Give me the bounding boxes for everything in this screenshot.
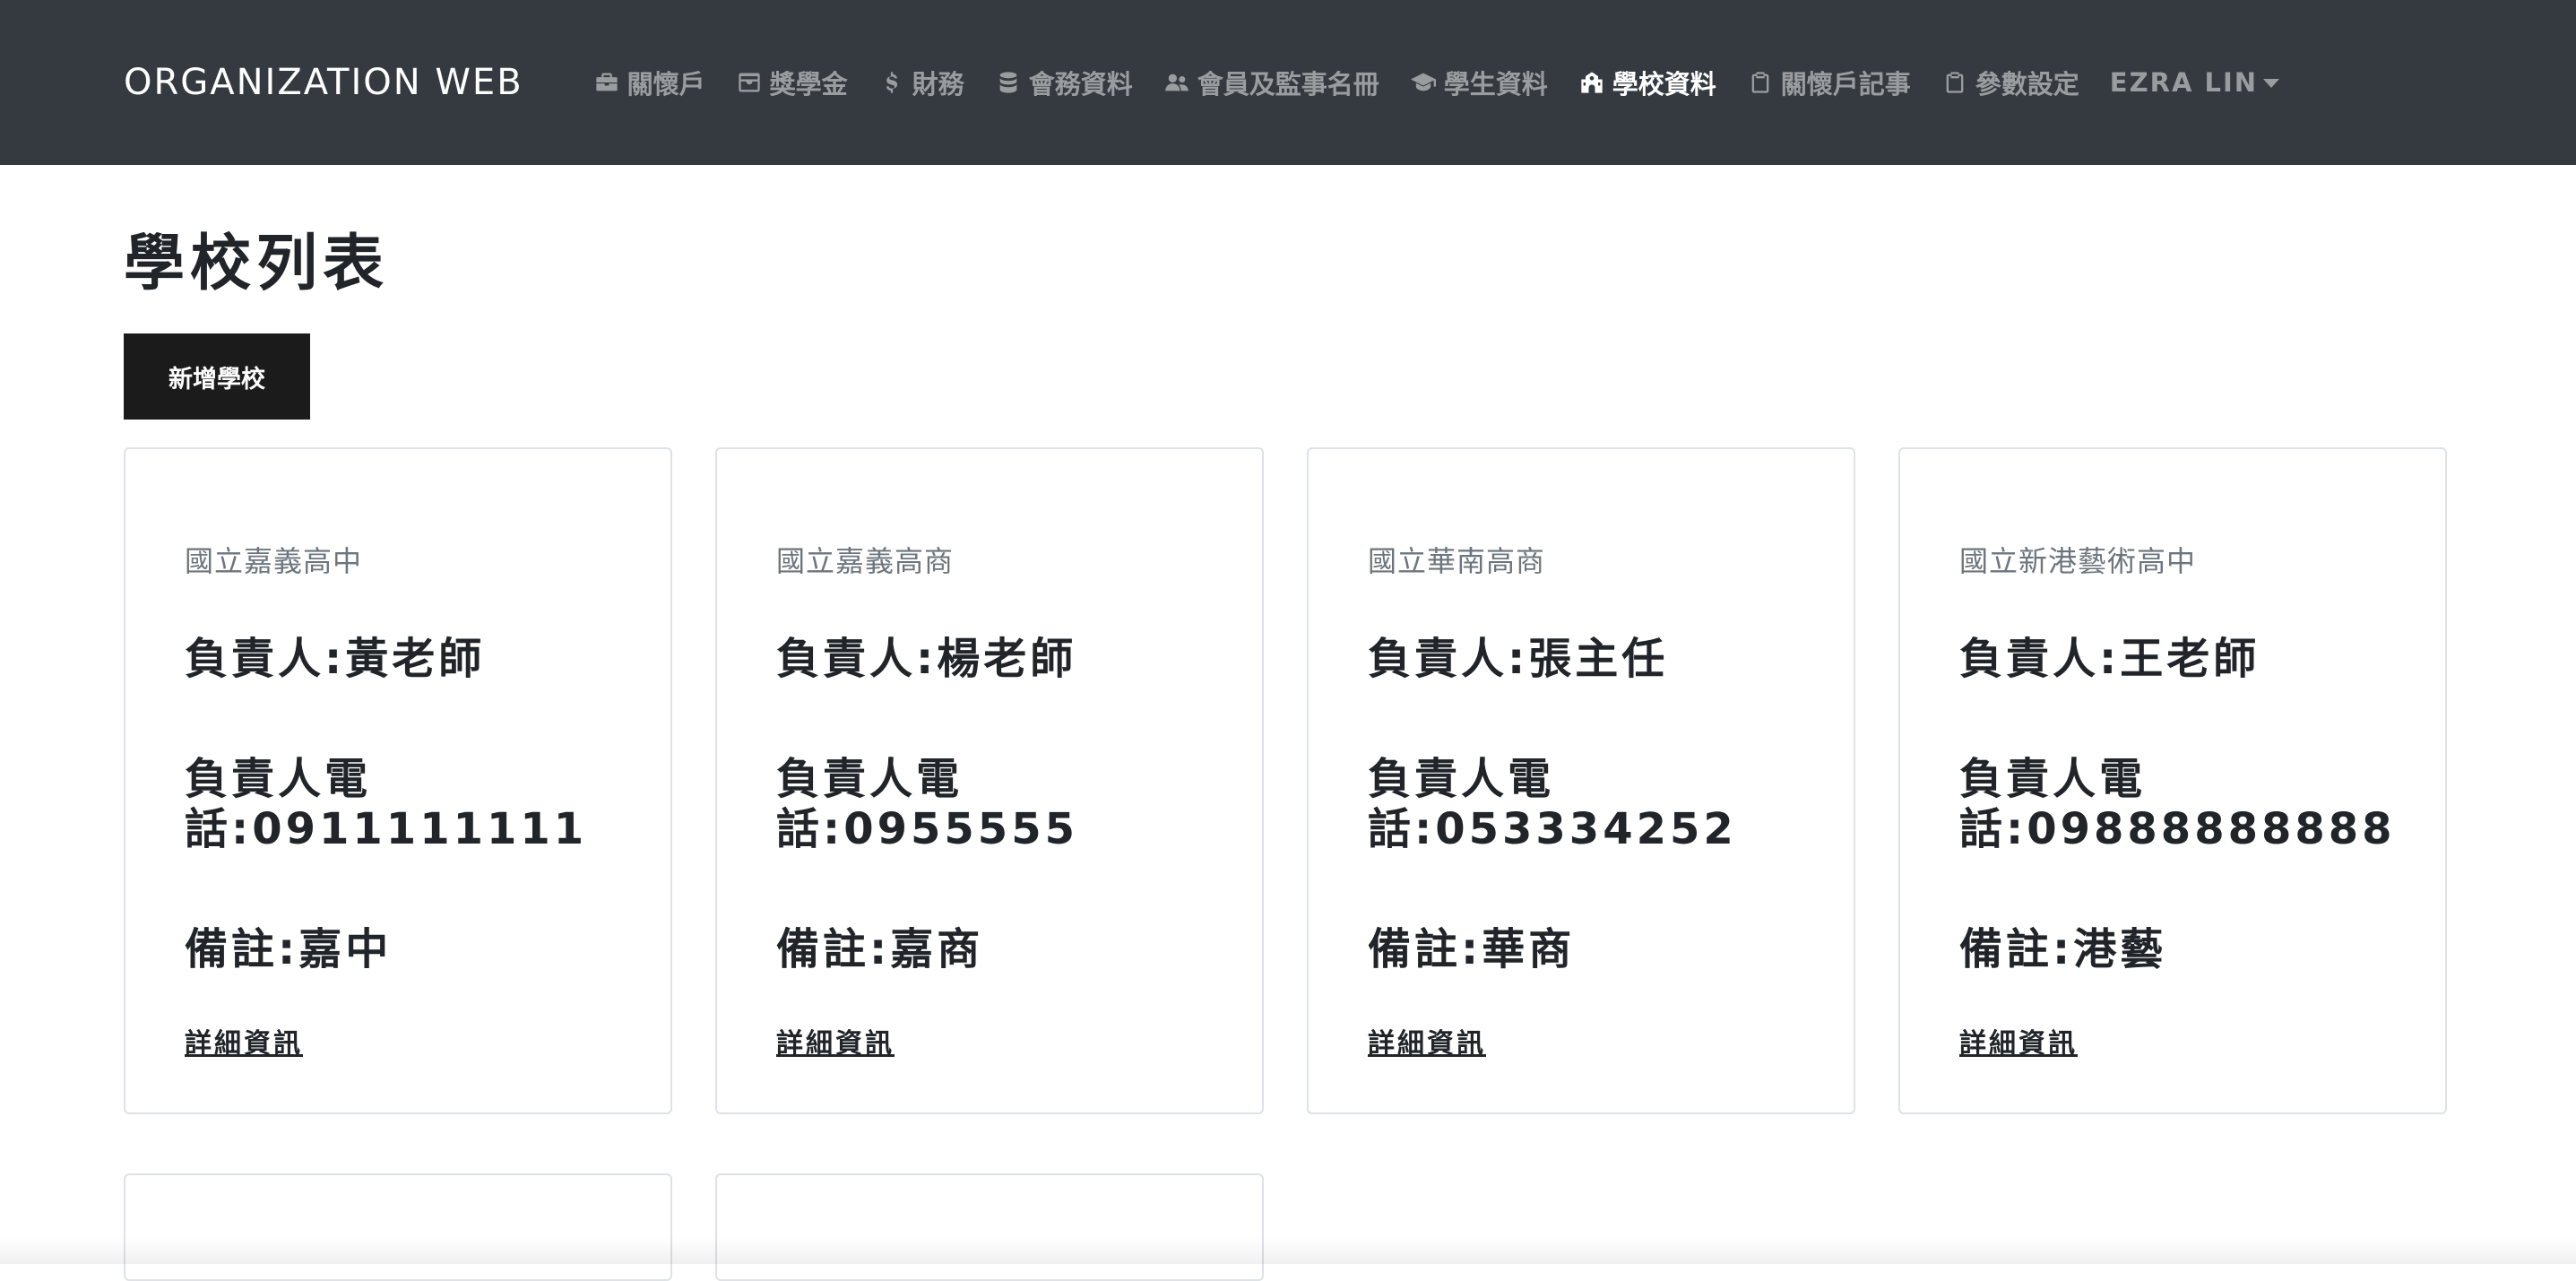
nav-item-student-data[interactable]: 學生資料: [1410, 64, 1548, 101]
contact-phone: 負責人電 話:053334252: [1368, 754, 1834, 854]
nav-label: 獎學金: [769, 69, 848, 100]
detail-link[interactable]: 詳細資訊: [1959, 1021, 2078, 1060]
school-card: 國立嘉義高中 負責人:黃老師 負責人電 話:0911111111 備註:嘉中 詳…: [124, 447, 672, 1114]
contact-person: 負責人:王老師: [1959, 634, 2260, 684]
detail-link[interactable]: 詳細資訊: [185, 1021, 303, 1060]
contact-phone-line-2: 話:09888888888: [1959, 804, 2396, 854]
school-name: 國立華南高商: [1368, 544, 1546, 578]
contact-phone: 負責人電 話:09888888888: [1959, 754, 2425, 854]
briefcase-icon: [593, 69, 620, 96]
contact-phone-line-1: 負責人電: [185, 754, 372, 804]
database-icon: [995, 69, 1022, 96]
dollar-icon: [878, 69, 905, 96]
add-school-button[interactable]: 新增學校: [124, 333, 310, 420]
school-card: 國立嘉義高商 負責人:楊老師 負責人電 話:0955555 備註:嘉商 詳細資訊: [715, 447, 1264, 1114]
nav-label: 關懷戶: [627, 69, 705, 100]
school-card-partial: [715, 1173, 1264, 1281]
detail-link[interactable]: 詳細資訊: [1368, 1021, 1486, 1060]
school-note: 備註:港藝: [1959, 924, 2167, 974]
top-navbar: ORGANIZATION WEB 關懷戶 獎學金 財務 會務資料 會員及監事名冊…: [0, 0, 2576, 165]
contact-phone: 負責人電 話:0911111111: [185, 754, 651, 854]
nav-label: 學校資料: [1612, 69, 1716, 100]
user-menu-toggle[interactable]: EZRA LIN: [2109, 67, 2280, 98]
page-title: 學校列表: [124, 229, 390, 299]
school-note: 備註:華商: [1368, 924, 1576, 974]
school-note: 備註:嘉商: [776, 924, 984, 974]
nav-label: 關懷戶記事: [1780, 69, 1911, 100]
contact-phone-line-2: 話:0955555: [776, 804, 1078, 854]
nav-label: 財務: [912, 69, 964, 100]
contact-person: 負責人:張主任: [1368, 634, 1669, 684]
contact-person: 負責人:黃老師: [185, 634, 486, 684]
contact-phone-line-1: 負責人電: [1959, 754, 2147, 804]
school-note: 備註:嘉中: [185, 924, 393, 974]
school-card-partial: [124, 1173, 672, 1281]
page-bottom-fade: [0, 1237, 2576, 1264]
nav-label: 會務資料: [1028, 69, 1133, 100]
school-name: 國立新港藝術高中: [1959, 544, 2197, 578]
nav-item-finance[interactable]: 財務: [878, 64, 964, 101]
archive-box-icon: [736, 69, 763, 96]
clipboard-icon: [1941, 69, 1968, 96]
school-card: 國立新港藝術高中 負責人:王老師 負責人電 話:09888888888 備註:港…: [1898, 447, 2447, 1114]
nav-label: 學生資料: [1443, 69, 1548, 100]
nav-label: 會員及監事名冊: [1197, 69, 1379, 100]
contact-person: 負責人:楊老師: [776, 634, 1077, 684]
users-icon: [1163, 69, 1190, 96]
nav-item-members-roster[interactable]: 會員及監事名冊: [1163, 64, 1379, 101]
contact-phone: 負責人電 話:0955555: [776, 754, 1242, 854]
school-name: 國立嘉義高商: [776, 544, 955, 578]
contact-phone-line-2: 話:053334252: [1368, 804, 1737, 854]
clipboard-icon: [1747, 69, 1774, 96]
nav-item-settings[interactable]: 參數設定: [1941, 64, 2079, 101]
contact-phone-line-1: 負責人電: [1368, 754, 1555, 804]
nav-label: 參數設定: [1975, 69, 2079, 100]
school-card: 國立華南高商 負責人:張主任 負責人電 話:053334252 備註:華商 詳細…: [1307, 447, 1855, 1114]
user-name: EZRA LIN: [2109, 67, 2259, 98]
nav-item-association-data[interactable]: 會務資料: [995, 64, 1133, 101]
main-nav: 關懷戶 獎學金 財務 會務資料 會員及監事名冊 學生資料 學校資料 關懷戶記事: [593, 64, 2280, 101]
contact-phone-line-2: 話:0911111111: [185, 804, 588, 854]
school-name: 國立嘉義高中: [185, 544, 363, 578]
contact-phone-line-1: 負責人電: [776, 754, 964, 804]
nav-item-school-data[interactable]: 學校資料: [1578, 64, 1716, 101]
chevron-down-icon: [2263, 79, 2280, 88]
nav-item-scholarship[interactable]: 獎學金: [736, 64, 848, 101]
graduation-cap-icon: [1410, 69, 1437, 96]
nav-item-care-households[interactable]: 關懷戶: [593, 64, 705, 101]
school-icon: [1578, 69, 1605, 96]
detail-link[interactable]: 詳細資訊: [776, 1021, 895, 1060]
nav-item-care-notes[interactable]: 關懷戶記事: [1747, 64, 1911, 101]
brand-logo[interactable]: ORGANIZATION WEB: [124, 62, 523, 103]
